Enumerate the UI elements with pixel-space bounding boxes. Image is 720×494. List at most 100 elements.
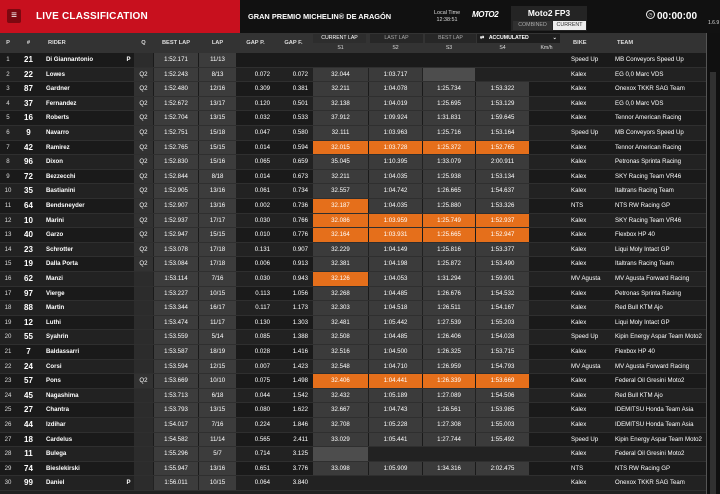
rider-name-cell[interactable]: Bezzecchi bbox=[40, 170, 124, 184]
rider-name-cell[interactable]: Bieslekirski bbox=[40, 462, 124, 476]
sector-s3-cell: 1:25.880 bbox=[423, 199, 475, 213]
last-lap-toggle[interactable]: LAST LAP bbox=[370, 34, 423, 43]
table-row[interactable]: 20 55 Syahrin 1:53.559 5/14 0.085 1.388 32.508 1… bbox=[0, 330, 707, 345]
best-lap-cell: 1:53.587 bbox=[154, 345, 198, 359]
rider-name-cell[interactable]: Bulega bbox=[40, 447, 124, 461]
rider-name-cell[interactable]: Garzo bbox=[40, 228, 124, 242]
team-cell: Italtrans Racing Team bbox=[615, 260, 674, 268]
table-row[interactable]: 24 45 Nagashima 1:53.713 6/18 0.044 1.542 32.43… bbox=[0, 388, 707, 404]
rider-name-cell[interactable]: Manzi bbox=[40, 272, 124, 286]
rider-name-cell[interactable]: Nagashima bbox=[40, 389, 124, 403]
table-row[interactable]: 8 96 Dixon Q2 1:52.830 15/16 0.065 0.659 35.045 1… bbox=[0, 155, 707, 170]
table-row[interactable]: 23 57 Pons Q2 1:53.669 10/10 0.075 1.498 32.406 1… bbox=[0, 374, 707, 389]
gap-previous-cell: 0.224 bbox=[254, 421, 270, 428]
sector-s2-cell: 1:05.909 bbox=[369, 461, 422, 476]
table-row[interactable]: 19 12 Luthi 1:53.474 11/17 0.130 1.303 32.481 1:… bbox=[0, 315, 707, 331]
table-row[interactable]: 1 21 Di Giannantonio P 1:52.171 11/13 Speed Up… bbox=[0, 53, 707, 68]
table-row[interactable]: 29 74 Bieslekirski 1:55.947 13/16 0.651 3.776 3… bbox=[0, 461, 707, 477]
lap-count-cell: 17/18 bbox=[199, 257, 236, 271]
table-row[interactable]: 2 22 Lowes Q2 1:52.243 8/13 0.072 0.072 32.044 1:… bbox=[0, 67, 707, 83]
rider-name-cell[interactable]: Pons bbox=[40, 374, 124, 388]
local-time-block: Local Time 12:38:51 bbox=[434, 10, 460, 24]
team-cell: EG 0,0 Marc VDS bbox=[615, 99, 664, 107]
rider-name-cell[interactable]: Marini bbox=[40, 214, 124, 228]
table-row[interactable]: 13 40 Garzo Q2 1:52.947 15/15 0.010 0.776 32.164… bbox=[0, 228, 707, 243]
sector-s4-cell bbox=[476, 476, 529, 490]
scroll-thumb[interactable] bbox=[710, 72, 716, 494]
rider-name-cell[interactable]: Dixon bbox=[40, 155, 124, 169]
table-row[interactable]: 28 11 Bulega 1:55.296 5/7 0.714 3.125 Kalex Fede… bbox=[0, 447, 707, 462]
table-row[interactable]: 27 18 Cardelus 1:54.582 11/14 0.565 2.411 33.02… bbox=[0, 432, 707, 448]
team-cell: SKY Racing Team VR46 bbox=[615, 172, 682, 180]
table-row[interactable]: 3 87 Gardner Q2 1:52.480 12/16 0.309 0.381 32.21… bbox=[0, 82, 707, 97]
table-row[interactable]: 17 97 Vierge 1:53.227 10/15 0.113 1.056 32.268 1… bbox=[0, 286, 707, 302]
table-row[interactable]: 7 42 Ramirez Q2 1:52.765 15/15 0.014 0.594 32.01… bbox=[0, 140, 707, 156]
rider-name-cell[interactable]: Bastianini bbox=[40, 184, 124, 198]
sector-s3-cell: 1:25.695 bbox=[423, 96, 475, 111]
best-lap-toggle[interactable]: BEST LAP bbox=[425, 34, 476, 43]
rider-name-cell[interactable]: Baldassarri bbox=[40, 345, 124, 359]
rider-name-cell[interactable]: Luthi bbox=[40, 316, 124, 330]
gap-first-cell: 1.542 bbox=[292, 391, 308, 399]
best-lap-cell: 1:52.704 bbox=[154, 111, 198, 125]
table-row[interactable]: 30 99 Daniel P 1:56.011 10/15 0.064 3.840 Kalex O… bbox=[0, 476, 707, 491]
table-row[interactable]: 12 10 Marini Q2 1:52.937 17/17 0.030 0.766 32.08… bbox=[0, 213, 707, 229]
rider-name-cell[interactable]: Vierge bbox=[40, 287, 124, 301]
best-lap-cell: 1:53.078 bbox=[154, 242, 198, 257]
rider-name-cell[interactable]: Cardelus bbox=[40, 433, 124, 447]
table-row[interactable]: 16 62 Manzi 1:53.114 7/16 0.030 0.943 32.126 1:0… bbox=[0, 272, 707, 287]
lap-count-cell: 13/16 bbox=[199, 199, 236, 213]
vertical-scrollbar[interactable] bbox=[707, 33, 720, 494]
column-bike: BIKE bbox=[573, 40, 587, 46]
accumulated-select[interactable]: ⇄ ACCUMULATED ⌄ bbox=[477, 34, 560, 43]
sector-s4-cell: 1:53.134 bbox=[476, 169, 529, 184]
table-row[interactable]: 9 72 Bezzecchi Q2 1:52.844 8/18 0.014 0.673 32.2… bbox=[0, 169, 707, 185]
rider-name-cell[interactable]: Izdihar bbox=[40, 418, 124, 432]
table-row[interactable]: 22 24 Corsi 1:53.594 12/15 0.007 1.423 32.548 1:… bbox=[0, 359, 707, 375]
sector-s3-cell bbox=[423, 53, 475, 67]
rider-name-cell[interactable]: Martin bbox=[40, 301, 124, 315]
rider-name-cell[interactable]: Chantra bbox=[40, 403, 124, 417]
rider-name-cell[interactable]: Corsi bbox=[40, 360, 124, 374]
table-row[interactable]: 4 37 Fernandez Q2 1:52.672 13/17 0.120 0.501 32.… bbox=[0, 96, 707, 112]
sector-s4-cell: 1:53.377 bbox=[476, 242, 529, 257]
rider-name-cell[interactable]: Navarro bbox=[40, 126, 124, 140]
table-row[interactable]: 14 23 Schrotter Q2 1:53.078 17/18 0.131 0.907 32… bbox=[0, 242, 707, 258]
table-row[interactable]: 6 9 Navarro Q2 1:52.751 15/18 0.047 0.580 32.111… bbox=[0, 126, 707, 141]
table-row[interactable]: 10 35 Bastianini Q2 1:52.905 13/16 0.061 0.734 3… bbox=[0, 184, 707, 199]
table-row[interactable]: 21 7 Baldassarri 1:53.587 18/19 0.028 1.416 32.… bbox=[0, 345, 707, 360]
menu-icon[interactable]: ≡ bbox=[7, 9, 21, 23]
bike-cell: Kalex bbox=[571, 70, 587, 78]
speed-cell bbox=[530, 330, 563, 344]
rider-name-cell[interactable]: Daniel bbox=[40, 476, 124, 490]
rider-name-cell[interactable]: Bendsneyder bbox=[40, 199, 124, 213]
rider-name-cell[interactable]: Ramirez bbox=[40, 141, 124, 155]
table-row[interactable]: 26 44 Izdihar 1:54.017 7/16 0.224 1.846 32.708 1… bbox=[0, 418, 707, 433]
rider-name-cell[interactable]: Gardner bbox=[40, 82, 124, 96]
lap-count-cell: 12/16 bbox=[199, 82, 236, 96]
current-tab[interactable]: CURRENT bbox=[553, 21, 586, 30]
combined-tab[interactable]: COMBINED bbox=[513, 21, 552, 30]
rider-name-cell[interactable]: Roberts bbox=[40, 111, 124, 125]
table-row[interactable]: 11 64 Bendsneyder Q2 1:52.907 13/16 0.002 0.736… bbox=[0, 199, 707, 214]
sector-s4-cell: 1:53.715 bbox=[476, 345, 529, 359]
rider-name-cell[interactable]: Lowes bbox=[40, 68, 124, 82]
rider-name-cell[interactable]: Fernandez bbox=[40, 97, 124, 111]
table-row[interactable]: 5 16 Roberts Q2 1:52.704 13/15 0.032 0.533 37.91… bbox=[0, 111, 707, 126]
best-lap-cell: 1:53.559 bbox=[154, 330, 198, 344]
rider-name-cell[interactable]: Schrotter bbox=[40, 243, 124, 257]
table-row[interactable]: 18 88 Martin 1:53.344 16/17 0.117 1.173 32.303 1… bbox=[0, 301, 707, 316]
rider-name-cell[interactable]: Syahrin bbox=[40, 330, 124, 344]
sector-s2-cell: 1:04.149 bbox=[369, 242, 422, 257]
rider-name-cell[interactable]: Di Giannantonio bbox=[40, 53, 124, 67]
gap-first-cell: 0.766 bbox=[292, 216, 308, 224]
speed-cell bbox=[530, 433, 563, 447]
table-row[interactable]: 25 27 Chantra 1:53.793 13/15 0.080 1.622 32.667… bbox=[0, 403, 707, 418]
lap-count-cell: 18/19 bbox=[199, 345, 236, 359]
bike-cell: Kalex bbox=[571, 99, 587, 107]
qualifying-cell bbox=[134, 388, 153, 403]
team-cell: Onexox TKKR SAG Team bbox=[615, 479, 685, 487]
rider-name-cell[interactable]: Dalla Porta bbox=[40, 257, 124, 271]
table-row[interactable]: 15 19 Dalla Porta Q2 1:53.084 17/18 0.006 0.913… bbox=[0, 257, 707, 272]
current-lap-toggle[interactable]: CURRENT LAP bbox=[313, 34, 366, 43]
